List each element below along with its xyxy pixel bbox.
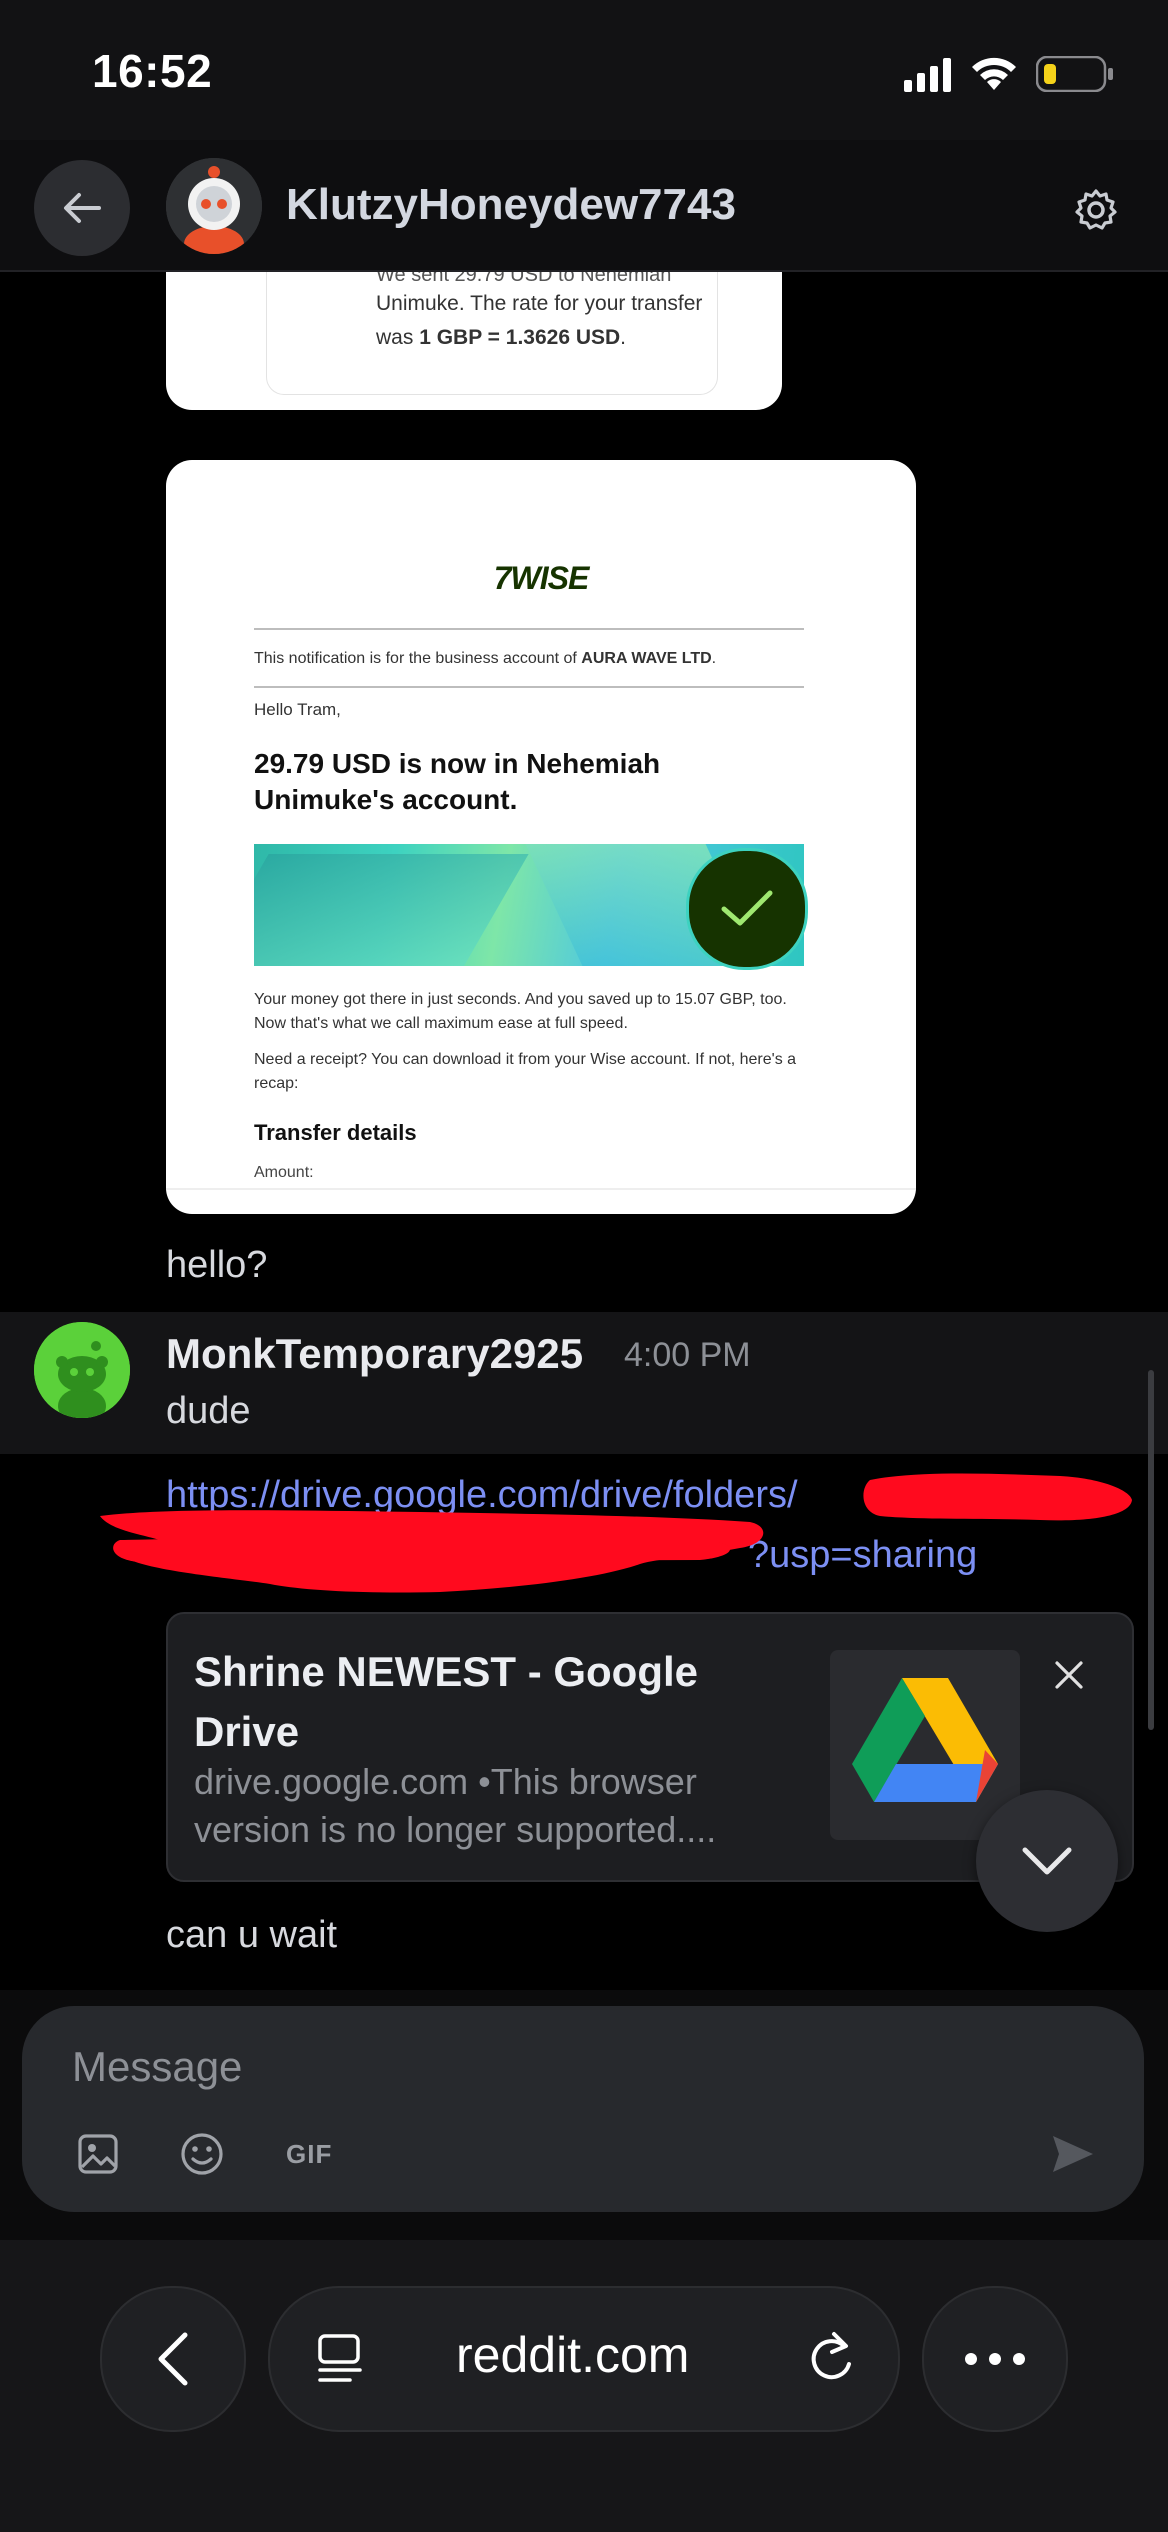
divider — [254, 628, 804, 630]
redaction-scribble — [100, 1460, 1140, 1625]
back-button[interactable] — [34, 160, 130, 256]
message-timestamp: 4:00 PM — [624, 1336, 751, 1374]
emoji-button[interactable] — [174, 2126, 230, 2182]
avatar[interactable] — [34, 1322, 130, 1418]
notice-company: AURA WAVE LTD — [581, 650, 712, 667]
scrollbar[interactable] — [1148, 1370, 1154, 1730]
shared-image-receipt-partial[interactable]: We sent 29.79 USD to Nehemiah Unimuke. T… — [166, 272, 782, 410]
shared-image-wise-receipt[interactable]: 7WISE This notification is for the busin… — [166, 460, 916, 1214]
receipt-line: Unimuke. The rate for your transfer — [376, 292, 703, 315]
snoo-avatar-icon — [166, 158, 262, 254]
receipt-rate-prefix: was — [376, 326, 420, 349]
receipt-rate-suffix: . — [620, 326, 627, 349]
receipt-rate: was 1 GBP = 1.3626 USD. — [376, 326, 626, 350]
url-text[interactable]: reddit.com — [456, 2326, 689, 2384]
message-text: hello? — [166, 1244, 268, 1286]
battery-icon — [1035, 55, 1116, 97]
wifi-icon — [970, 54, 1018, 97]
receipt-rate-value: 1 GBP = 1.3626 USD — [419, 326, 621, 349]
amount-label: Amount: — [254, 1164, 314, 1181]
tab-overview-icon[interactable] — [316, 2334, 364, 2389]
check-circle-icon — [686, 848, 808, 970]
send-icon — [1053, 2136, 1093, 2172]
link-preview-description: drive.google.com •This browser version i… — [194, 1761, 717, 1850]
message-text: dude — [166, 1390, 251, 1432]
close-icon — [1055, 1661, 1083, 1689]
receipt-body: Your money got there in just seconds. An… — [254, 991, 787, 1032]
gif-button[interactable]: GIF — [286, 2126, 332, 2182]
transfer-details-heading: Transfer details — [254, 1120, 417, 1145]
divider — [166, 1188, 916, 1190]
ellipsis-icon — [965, 2353, 1025, 2365]
image-icon — [78, 2134, 118, 2174]
link-preview-title[interactable]: Shrine NEWEST - Google Drive — [194, 1642, 794, 1762]
status-time: 16:52 — [92, 45, 213, 97]
gear-icon — [1075, 189, 1117, 230]
notice-suffix: . — [711, 650, 717, 667]
divider — [254, 686, 804, 688]
smiley-icon — [181, 2133, 223, 2175]
greeting: Hello Tram, — [254, 700, 341, 719]
image-attach-button[interactable] — [70, 2126, 126, 2182]
chevron-down-icon — [1022, 1847, 1072, 1875]
send-button[interactable] — [1048, 2126, 1098, 2182]
sender-username[interactable]: MonkTemporary2925 — [166, 1330, 583, 1378]
reload-icon[interactable] — [806, 2330, 856, 2391]
message-input[interactable] — [70, 2036, 874, 2098]
wise-logo: 7WISE — [493, 560, 590, 596]
chevron-left-icon — [158, 2332, 188, 2386]
settings-button[interactable] — [1066, 180, 1126, 240]
avatar[interactable] — [166, 158, 262, 254]
notice-prefix: This notification is for the business ac… — [254, 650, 582, 667]
notice-text: This notification is for the business ac… — [254, 650, 814, 668]
more-options-button[interactable] — [922, 2286, 1068, 2432]
receipt-headline: 29.79 USD is now in Nehemiah Unimuke's a… — [254, 748, 661, 815]
receipt-line: We sent 29.79 USD to Nehemiah — [376, 272, 672, 286]
receipt-body: Need a receipt? You can download it from… — [254, 1051, 797, 1092]
banner-shape — [254, 854, 529, 966]
chat-username[interactable]: KlutzyHoneydew7743 — [286, 180, 736, 230]
message-text: can u wait — [166, 1914, 338, 1956]
close-preview-button[interactable] — [1044, 1650, 1094, 1700]
browser-back-button[interactable] — [100, 2286, 246, 2432]
checkmark-icon — [721, 890, 773, 926]
cellular-signal-icon — [904, 58, 952, 97]
scroll-to-bottom-button[interactable] — [976, 1790, 1118, 1932]
snoo-avatar-icon — [34, 1322, 130, 1418]
google-drive-icon — [830, 1650, 1020, 1840]
arrow-left-icon — [64, 193, 101, 223]
